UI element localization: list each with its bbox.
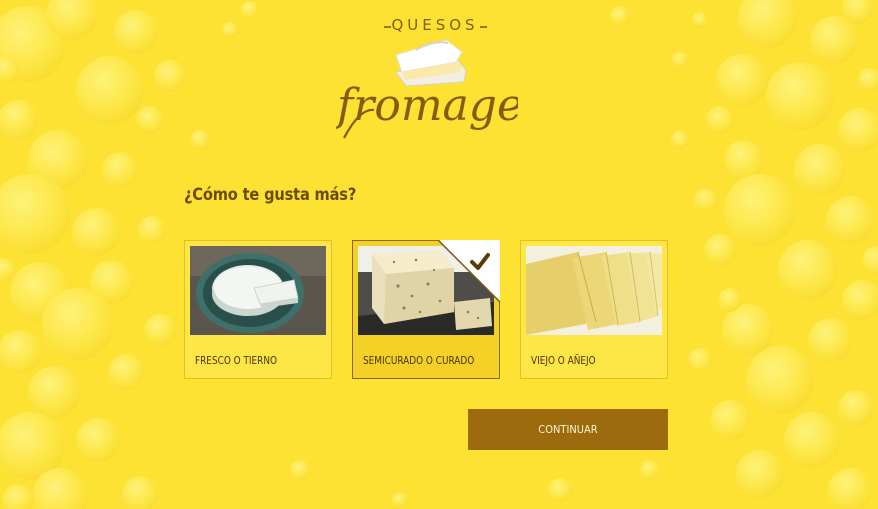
cheese-hole [716, 54, 768, 106]
cheese-hole [114, 10, 158, 54]
option-semicurado[interactable]: SEMICURADO O CURADO [352, 240, 500, 379]
cheese-hole [2, 484, 34, 509]
continue-button[interactable]: CONTINUAR [468, 409, 668, 450]
fresh-cheese-photo [190, 246, 326, 335]
option-viejo[interactable]: VIEJO O AÑEJO [520, 240, 668, 379]
cheese-hole [108, 354, 144, 390]
cheese-hole [838, 390, 874, 426]
option-label: FRESCO O TIERNO [195, 354, 278, 367]
cheese-hole [154, 60, 186, 92]
cheese-hole [778, 240, 838, 300]
quesos-fromage-logo: QUESOS fromage [334, 10, 523, 150]
logo-top-word: QUESOS [391, 16, 478, 34]
selected-corner [438, 240, 500, 302]
cheese-hole [122, 476, 158, 509]
cheese-hole [392, 492, 408, 508]
cheese-hole [808, 318, 852, 362]
logo-graphic: QUESOS fromage [334, 16, 523, 139]
aged-cheese-photo [526, 246, 662, 335]
logo-script-word: fromage [336, 80, 518, 131]
cheese-hole [718, 288, 742, 312]
cheese-hole [838, 108, 878, 152]
cheese-hole [290, 460, 310, 480]
cheese-hole [76, 418, 120, 462]
cheese-hole [746, 346, 814, 414]
cheese-hole [704, 234, 736, 266]
cheese-hole [724, 174, 796, 246]
cheese-hole [190, 130, 210, 150]
cheese-hole [72, 208, 120, 256]
cheese-hole [672, 52, 688, 68]
cheese-hole [671, 131, 689, 149]
cheese-hole [828, 468, 872, 509]
cheese-hole [102, 152, 138, 188]
cheese-hole [810, 16, 858, 64]
cheese-hole [222, 22, 238, 38]
cheese-hole [784, 412, 840, 468]
cheese-hole [858, 68, 878, 92]
cheese-hole [640, 460, 660, 480]
cheese-hole [0, 100, 38, 140]
cheese-hole [0, 330, 42, 374]
cheese-hole [710, 400, 750, 440]
cheese-hole [0, 174, 70, 254]
cheese-hole [28, 366, 80, 418]
cheese-hole [738, 0, 798, 48]
page-question: ¿Cómo te gusta más? [184, 185, 357, 205]
cheese-hole [32, 468, 88, 509]
option-label: SEMICURADO O CURADO [363, 354, 475, 367]
cheese-hole [692, 12, 708, 28]
cheese-hole [610, 6, 630, 26]
cheese-hole [76, 56, 144, 124]
cheese-hole [138, 216, 166, 244]
cheese-hole [144, 314, 176, 346]
cheese-hole [794, 144, 846, 196]
option-label: VIEJO O AÑEJO [531, 354, 596, 367]
cheese-hole [862, 246, 878, 274]
cheese-hole [736, 450, 784, 498]
cheese-hole [548, 478, 572, 502]
cheese-hole [688, 348, 712, 372]
cheese-hole [241, 1, 259, 19]
cheese-hole [766, 62, 834, 130]
continue-label: CONTINUAR [538, 423, 598, 436]
cheese-hole [136, 106, 164, 134]
cheese-hole [706, 106, 734, 134]
cheese-hole [842, 280, 878, 320]
cheese-hole [42, 288, 114, 360]
cheese-hole [826, 196, 874, 244]
option-fresco[interactable]: FRESCO O TIERNO [184, 240, 332, 379]
cheese-hole [694, 188, 718, 212]
